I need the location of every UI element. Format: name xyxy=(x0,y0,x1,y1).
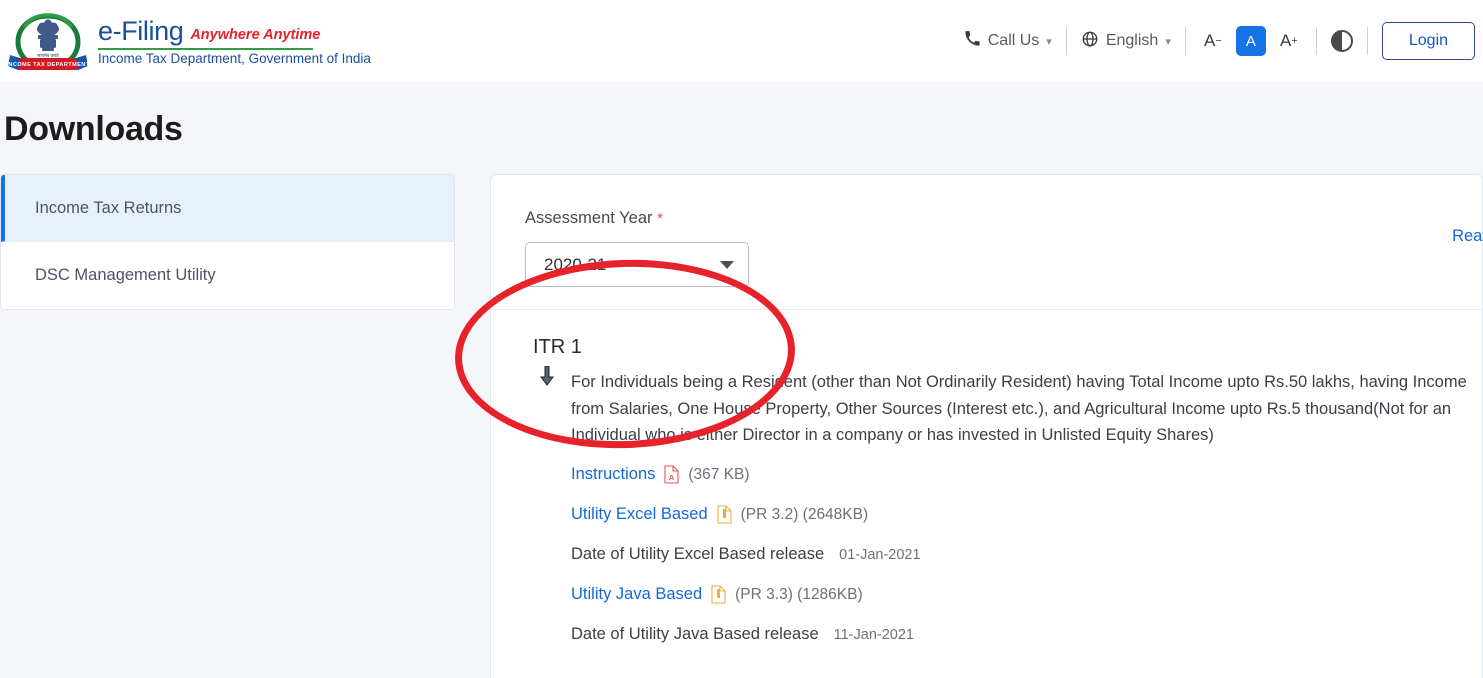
zip-file-icon xyxy=(711,585,726,604)
assessment-year-label: Assessment Year * xyxy=(525,209,663,227)
instructions-size: (367 KB) xyxy=(688,465,750,483)
phone-icon xyxy=(964,30,981,52)
date-java-release-value: 11-Jan-2021 xyxy=(833,626,914,643)
font-size-decrease-button[interactable]: A − xyxy=(1198,26,1228,56)
download-row-date-java-release: Date of Utility Java Based release 11-Ja… xyxy=(571,625,1482,644)
download-row-utility-excel-based: Utility Excel Based (PR 3.2) (2648KB) xyxy=(571,505,1482,524)
globe-icon xyxy=(1081,30,1099,53)
contrast-toggle-icon xyxy=(1330,30,1353,52)
utility-java-based-meta: (PR 3.3) (1286KB) xyxy=(735,585,863,603)
zip-file-icon xyxy=(717,505,732,524)
india-emblem-income-tax-logo: सत्यमेव जयते INCOME TAX DEPARTMENT xyxy=(6,10,89,72)
download-row-utility-java-based: Utility Java Based (PR 3.3) (1286KB) xyxy=(571,585,1482,604)
downloads-category-sidebar: Income Tax Returns DSC Management Utilit… xyxy=(0,174,455,310)
sidebar-item-income-tax-returns[interactable]: Income Tax Returns xyxy=(1,175,454,242)
font-size-normal-button[interactable]: A xyxy=(1235,26,1266,56)
brand-divider xyxy=(98,47,313,50)
brand-department: Income Tax Department, Government of Ind… xyxy=(98,50,371,66)
sidebar-item-dsc-management-utility[interactable]: DSC Management Utility xyxy=(1,242,454,309)
utility-excel-based-meta: (PR 3.2) (2648KB) xyxy=(740,505,869,523)
brand-name: e-Filing xyxy=(98,15,184,46)
contrast-toggle-button[interactable] xyxy=(1317,30,1367,52)
chevron-down-icon xyxy=(720,260,734,269)
font-size-increase-button[interactable]: A + xyxy=(1274,26,1304,56)
utility-java-based-link[interactable]: Utility Java Based xyxy=(571,585,702,604)
download-row-instructions: Instructions A (367 KB) xyxy=(571,465,1482,484)
font-size-controls: A − A A + xyxy=(1186,26,1316,56)
header-actions: Call Us ▾ English ▾ A − A A + Login xyxy=(950,22,1483,60)
date-java-release-label: Date of Utility Java Based release xyxy=(571,625,819,644)
page-title: Downloads xyxy=(4,110,183,148)
assessment-year-dropdown[interactable]: 2020-21 xyxy=(525,242,749,287)
sidebar-item-label: Income Tax Returns xyxy=(35,198,182,217)
header-divider xyxy=(1366,27,1368,55)
itr-1-section: ITR 1 For Individuals being a Resident (… xyxy=(491,310,1482,644)
chevron-down-icon: ▾ xyxy=(1046,35,1052,48)
assessment-year-value: 2020-21 xyxy=(544,254,607,274)
utility-excel-based-link[interactable]: Utility Excel Based xyxy=(571,505,708,524)
chevron-down-icon: ▾ xyxy=(1165,35,1171,48)
instructions-link[interactable]: Instructions xyxy=(571,465,655,484)
site-header: सत्यमेव जयते INCOME TAX DEPARTMENT e-Fil… xyxy=(0,0,1483,82)
svg-text:सत्यमेव जयते: सत्यमेव जयते xyxy=(37,53,59,58)
brand-tagline: Anywhere Anytime xyxy=(190,27,321,44)
itr-1-description: For Individuals being a Resident (other … xyxy=(571,373,1467,445)
date-excel-release-value: 01-Jan-2021 xyxy=(839,546,921,563)
date-excel-release-label: Date of Utility Excel Based release xyxy=(571,545,825,564)
call-us-menu[interactable]: Call Us ▾ xyxy=(950,30,1066,52)
page-body: Downloads Income Tax Returns DSC Managem… xyxy=(0,82,1483,678)
itr-1-download-list: Instructions A (367 KB) Utility Excel Ba… xyxy=(571,465,1482,644)
brand-logo[interactable]: सत्यमेव जयते INCOME TAX DEPARTMENT e-Fil… xyxy=(6,10,371,72)
downloads-content-panel: Assessment Year * 2020-21 Read General I… xyxy=(490,174,1483,678)
itr-1-title: ITR 1 xyxy=(533,336,582,358)
svg-text:A: A xyxy=(669,473,675,482)
language-label: English xyxy=(1105,32,1159,49)
assessment-year-filter: Assessment Year * 2020-21 Read General I xyxy=(491,175,1483,287)
read-general-instructions-link[interactable]: Read General I xyxy=(1452,227,1483,246)
svg-text:INCOME TAX DEPARTMENT: INCOME TAX DEPARTMENT xyxy=(8,62,88,68)
sidebar-item-label: DSC Management Utility xyxy=(35,266,216,284)
page-layout: Income Tax Returns DSC Management Utilit… xyxy=(0,174,1483,678)
pdf-file-icon: A xyxy=(664,465,679,484)
call-us-label: Call Us xyxy=(987,32,1040,49)
language-menu[interactable]: English ▾ xyxy=(1067,30,1185,53)
download-row-date-excel-release: Date of Utility Excel Based release 01-J… xyxy=(571,545,1482,564)
required-asterisk: * xyxy=(657,210,663,227)
login-button[interactable]: Login xyxy=(1381,22,1475,60)
